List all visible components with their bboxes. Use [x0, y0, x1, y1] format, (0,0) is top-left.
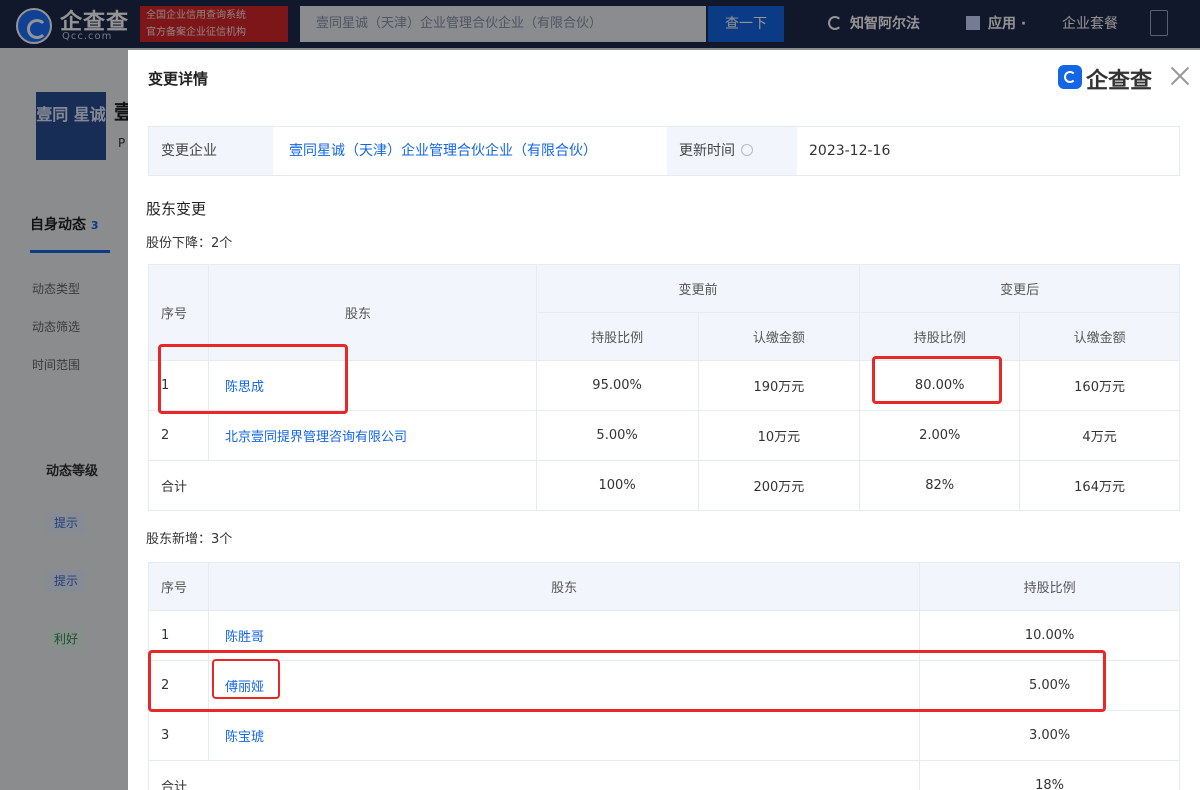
col-ratio: 持股比例 [919, 562, 1180, 611]
total-after-amount: 164万元 [1019, 460, 1180, 511]
shareholder-link[interactable]: 陈思成 [207, 360, 537, 411]
total-ratio: 18% [919, 760, 1180, 790]
close-icon[interactable] [1168, 64, 1192, 88]
shareholder-link[interactable]: 陈胜哥 [207, 610, 921, 661]
help-icon[interactable] [741, 144, 753, 156]
shareholder-link[interactable]: 傅丽娅 [207, 660, 921, 711]
total-row: 合计 100% 200万元 82% 164万元 [148, 460, 1180, 511]
after-amount: 4万元 [1019, 410, 1180, 461]
col-group-before: 变更前 [535, 264, 861, 313]
after-amount: 160万元 [1019, 360, 1180, 411]
before-ratio: 5.00% [535, 410, 699, 461]
col-shareholder: 股东 [207, 562, 921, 611]
total-after-ratio: 82% [859, 460, 1021, 511]
change-info-row: 变更企业 壹同星诚（天津）企业管理合伙企业（有限合伙） 更新时间 2023-12… [148, 126, 1180, 176]
update-time-value: 2023-12-16 [809, 143, 891, 159]
shareholder-increase-table: 序号 股东 持股比例 1 陈胜哥 10.00% 2 傅丽娅 5.00% 3 陈宝… [147, 562, 1180, 790]
total-before-ratio: 100% [535, 460, 699, 511]
before-ratio: 95.00% [535, 360, 699, 411]
shareholder-link[interactable]: 北京壹同提界管理咨询有限公司 [207, 410, 537, 461]
modal-title: 变更详情 [148, 70, 209, 88]
row-index: 2 [148, 660, 209, 711]
col-after-amount: 认缴金额 [1019, 312, 1180, 361]
before-amount: 190万元 [697, 360, 861, 411]
qcc-brand-icon [1058, 65, 1082, 89]
col-before-amount: 认缴金额 [697, 312, 861, 361]
ratio: 5.00% [919, 660, 1180, 711]
col-shareholder: 股东 [207, 264, 537, 361]
col-after-ratio: 持股比例 [859, 312, 1021, 361]
col-index: 序号 [148, 562, 209, 611]
ratio: 3.00% [919, 710, 1180, 761]
table-row: 2 北京壹同提界管理咨询有限公司 5.00% 10万元 2.00% 4万元 [148, 410, 1180, 461]
shareholder-link[interactable]: 陈宝琥 [207, 710, 921, 761]
col-before-ratio: 持股比例 [535, 312, 699, 361]
update-time-label: 更新时间 [667, 127, 797, 175]
row-index: 1 [148, 360, 209, 411]
after-ratio: 80.00% [859, 360, 1021, 411]
section-title: 股东变更 [146, 200, 207, 218]
ratio: 10.00% [919, 610, 1180, 661]
update-time-text: 更新时间 [679, 143, 735, 159]
before-amount: 10万元 [697, 410, 861, 461]
brand-text: 企查查 [1086, 69, 1153, 94]
table-row: 2 傅丽娅 5.00% [148, 660, 1180, 711]
table-row: 3 陈宝琥 3.00% [148, 710, 1180, 761]
share-decrease-table: 序号 股东 变更前 变更后 持股比例 认缴金额 持股比例 认缴金额 1 陈思成 … [148, 264, 1180, 511]
row-index: 3 [148, 710, 209, 761]
table-row: 1 陈胜哥 10.00% [148, 610, 1180, 661]
company-label: 变更企业 [149, 127, 273, 175]
after-ratio: 2.00% [859, 410, 1021, 461]
change-detail-modal: 变更详情 企查查 变更企业 壹同星诚（天津）企业管理合伙企业（有限合伙） 更新时… [128, 50, 1200, 790]
table-row: 1 陈思成 95.00% 190万元 80.00% 160万元 [148, 360, 1180, 411]
row-index: 1 [148, 610, 209, 661]
total-before-amount: 200万元 [697, 460, 861, 511]
increase-subtitle: 股东新增：3个 [146, 532, 233, 547]
row-index: 2 [148, 410, 209, 461]
col-group-after: 变更后 [859, 264, 1180, 313]
decrease-subtitle: 股份下降：2个 [146, 236, 233, 251]
total-label: 合计 [148, 460, 537, 511]
col-index: 序号 [148, 264, 209, 361]
total-label: 合计 [147, 760, 921, 790]
company-link[interactable]: 壹同星诚（天津）企业管理合伙企业（有限合伙） [289, 127, 597, 175]
total-row: 合计 18% [147, 760, 1180, 790]
